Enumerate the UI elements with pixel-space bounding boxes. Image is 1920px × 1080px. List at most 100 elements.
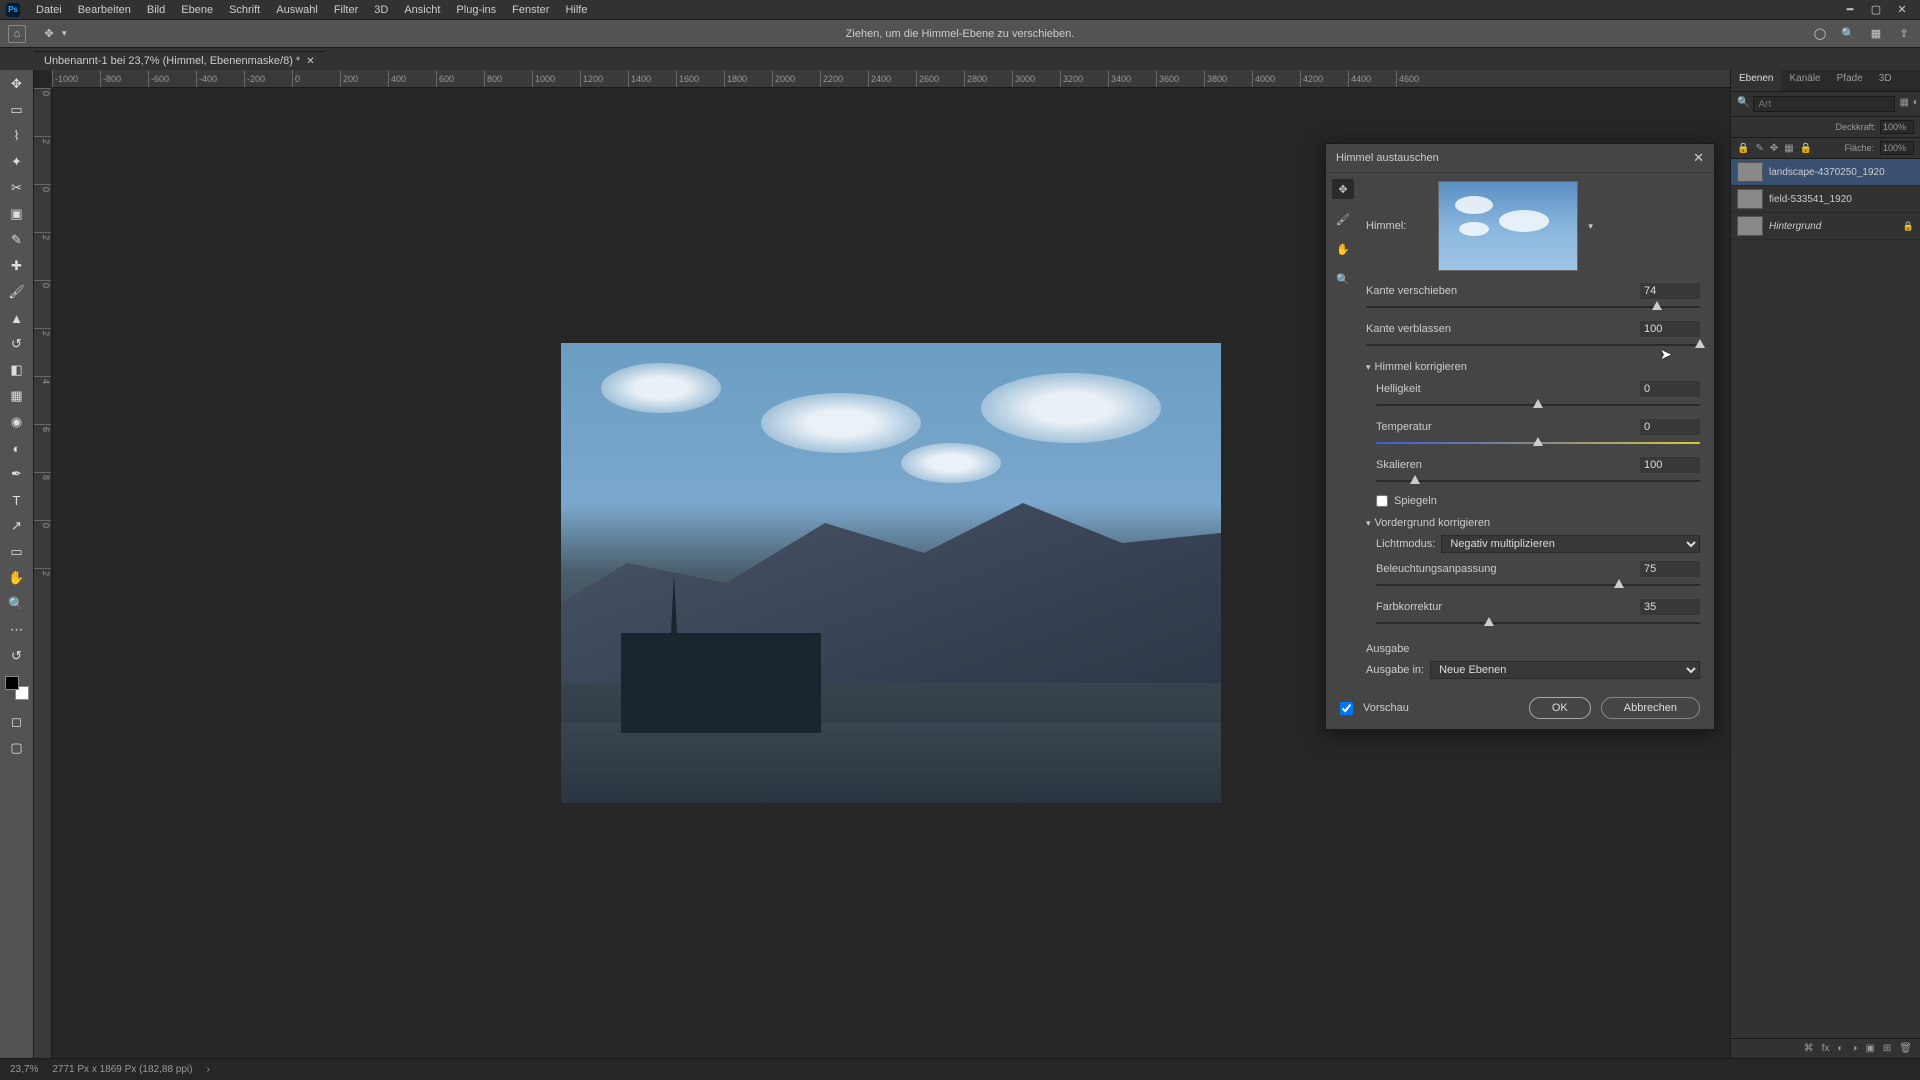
menu-hilfe[interactable]: Hilfe bbox=[557, 2, 595, 18]
fill-input[interactable] bbox=[1880, 141, 1914, 155]
lock-pos-icon[interactable]: ✥ bbox=[1770, 143, 1778, 154]
move-tool-icon[interactable]: ✥ bbox=[6, 74, 28, 94]
close-icon[interactable]: ✕ bbox=[1693, 150, 1704, 166]
filter-adjust-icon[interactable]: ◐ bbox=[1913, 97, 1919, 111]
sky-move-tool-icon[interactable]: ✥ bbox=[1332, 179, 1354, 199]
close-tab-icon[interactable]: ✕ bbox=[306, 56, 314, 67]
menu-bearbeiten[interactable]: Bearbeiten bbox=[70, 2, 139, 18]
menu-schrift[interactable]: Schrift bbox=[221, 2, 268, 18]
link-layers-icon[interactable]: ⌘ bbox=[1804, 1043, 1814, 1054]
maximize-icon[interactable]: ▢ bbox=[1870, 3, 1882, 16]
move-tool-icon[interactable]: ✥ bbox=[40, 25, 58, 43]
edge-fade-slider[interactable] bbox=[1366, 339, 1700, 351]
sky-brush-tool-icon[interactable]: 🖌 bbox=[1332, 209, 1354, 229]
zoom-readout[interactable]: 23,7% bbox=[10, 1064, 38, 1075]
menu-plug-ins[interactable]: Plug-ins bbox=[448, 2, 504, 18]
home-icon[interactable]: ⌂ bbox=[8, 25, 26, 43]
trash-icon[interactable]: 🗑 bbox=[1899, 1043, 1912, 1054]
output-to-select[interactable]: Neue Ebenen bbox=[1430, 661, 1700, 679]
workspace-icon[interactable]: ▦ bbox=[1868, 26, 1884, 42]
layer-filter-input[interactable] bbox=[1753, 96, 1895, 112]
panel-tab-3d[interactable]: 3D bbox=[1871, 70, 1900, 91]
menu-3d[interactable]: 3D bbox=[366, 2, 396, 18]
fx-icon[interactable]: fx bbox=[1822, 1043, 1830, 1054]
doc-info-readout[interactable]: 2771 Px x 1869 Px (182,88 ppi) bbox=[52, 1064, 192, 1075]
color-correction-input[interactable] bbox=[1640, 599, 1700, 615]
chevron-down-icon[interactable]: ▾ bbox=[1588, 221, 1593, 232]
new-layer-icon[interactable]: ⊞ bbox=[1883, 1043, 1891, 1054]
sky-preset-thumb[interactable] bbox=[1438, 181, 1578, 271]
scale-slider[interactable] bbox=[1376, 475, 1700, 487]
flip-checkbox[interactable] bbox=[1376, 495, 1388, 507]
adjustment-icon[interactable]: ◑ bbox=[1851, 1043, 1857, 1054]
edge-fade-input[interactable] bbox=[1640, 321, 1700, 337]
eraser-tool-icon[interactable]: ◧ bbox=[6, 360, 28, 380]
filter-icon[interactable]: 🔍 bbox=[1737, 97, 1749, 111]
more-tools-icon[interactable]: ⋯ bbox=[6, 620, 28, 640]
cancel-button[interactable]: Abbrechen bbox=[1601, 697, 1700, 719]
lock-artb-icon[interactable]: ▦ bbox=[1784, 143, 1793, 154]
close-window-icon[interactable]: ✕ bbox=[1896, 3, 1908, 16]
edit-toolbar-icon[interactable]: ↺ bbox=[6, 646, 28, 666]
gradient-tool-icon[interactable]: ▦ bbox=[6, 386, 28, 406]
edge-shift-slider[interactable] bbox=[1366, 301, 1700, 313]
search-icon[interactable]: 🔍 bbox=[1840, 26, 1856, 42]
filter-pixel-icon[interactable]: ▦ bbox=[1899, 97, 1908, 111]
edge-shift-input[interactable] bbox=[1640, 283, 1700, 299]
lock-pixel-icon[interactable]: ✎ bbox=[1755, 143, 1763, 154]
sky-hand-tool-icon[interactable]: ✋ bbox=[1332, 239, 1354, 259]
preview-checkbox[interactable] bbox=[1340, 702, 1353, 715]
type-tool-icon[interactable]: T bbox=[6, 490, 28, 510]
brush-tool-icon[interactable]: 🖌 bbox=[6, 282, 28, 302]
screenmode-icon[interactable]: ▢ bbox=[6, 738, 28, 758]
opacity-input[interactable] bbox=[1880, 120, 1914, 134]
layer-row[interactable]: field-533541_1920 bbox=[1731, 186, 1920, 213]
chevron-right-icon[interactable]: › bbox=[206, 1064, 209, 1075]
pen-tool-icon[interactable]: ✒ bbox=[6, 464, 28, 484]
brightness-input[interactable] bbox=[1640, 381, 1700, 397]
wand-tool-icon[interactable]: ✦ bbox=[6, 152, 28, 172]
minimize-icon[interactable]: ━ bbox=[1844, 3, 1856, 16]
lasso-tool-icon[interactable]: ⌇ bbox=[6, 126, 28, 146]
path-tool-icon[interactable]: ↗ bbox=[6, 516, 28, 536]
document-tab[interactable]: Unbenannt-1 bei 23,7% (Himmel, Ebenenmas… bbox=[34, 51, 325, 70]
panel-tab-pfade[interactable]: Pfade bbox=[1829, 70, 1871, 91]
temperature-slider[interactable] bbox=[1376, 437, 1700, 449]
hand-tool-icon[interactable]: ✋ bbox=[6, 568, 28, 588]
menu-datei[interactable]: Datei bbox=[28, 2, 70, 18]
lighting-slider[interactable] bbox=[1376, 579, 1700, 591]
dodge-tool-icon[interactable]: ◐ bbox=[6, 438, 28, 458]
heal-tool-icon[interactable]: ✚ bbox=[6, 256, 28, 276]
menu-ebene[interactable]: Ebene bbox=[173, 2, 221, 18]
ok-button[interactable]: OK bbox=[1529, 697, 1591, 719]
brightness-slider[interactable] bbox=[1376, 399, 1700, 411]
menu-bild[interactable]: Bild bbox=[139, 2, 173, 18]
history-brush-icon[interactable]: ↺ bbox=[6, 334, 28, 354]
quickmask-icon[interactable]: ◻ bbox=[6, 712, 28, 732]
scale-input[interactable] bbox=[1640, 457, 1700, 473]
sky-zoom-tool-icon[interactable]: 🔍 bbox=[1332, 269, 1354, 289]
frame-tool-icon[interactable]: ▣ bbox=[6, 204, 28, 224]
lighting-input[interactable] bbox=[1640, 561, 1700, 577]
layer-row[interactable]: landscape-4370250_1920 bbox=[1731, 159, 1920, 186]
lock-full-icon[interactable]: 🔒 bbox=[1800, 143, 1812, 154]
panel-tab-ebenen[interactable]: Ebenen bbox=[1731, 70, 1781, 91]
blur-tool-icon[interactable]: ◉ bbox=[6, 412, 28, 432]
foreground-adjust-header[interactable]: ▾ Vordergrund korrigieren bbox=[1366, 517, 1700, 529]
menu-fenster[interactable]: Fenster bbox=[504, 2, 557, 18]
lock-all-icon[interactable]: 🔒 bbox=[1737, 143, 1749, 154]
crop-tool-icon[interactable]: ✂ bbox=[6, 178, 28, 198]
stamp-tool-icon[interactable]: ▲ bbox=[6, 308, 28, 328]
dialog-titlebar[interactable]: Himmel austauschen ✕ bbox=[1326, 144, 1714, 173]
zoom-tool-icon[interactable]: 🔍 bbox=[6, 594, 28, 614]
temperature-input[interactable] bbox=[1640, 419, 1700, 435]
panel-tab-kanäle[interactable]: Kanäle bbox=[1781, 70, 1828, 91]
cloud-icon[interactable]: ◯ bbox=[1812, 26, 1828, 42]
menu-filter[interactable]: Filter bbox=[326, 2, 366, 18]
output-header[interactable]: Ausgabe bbox=[1366, 643, 1700, 655]
mask-icon[interactable]: ◐ bbox=[1837, 1043, 1843, 1054]
shape-tool-icon[interactable]: ▭ bbox=[6, 542, 28, 562]
foreground-color-swatch[interactable] bbox=[5, 676, 19, 690]
menu-ansicht[interactable]: Ansicht bbox=[396, 2, 448, 18]
eyedropper-tool-icon[interactable]: ✎ bbox=[6, 230, 28, 250]
